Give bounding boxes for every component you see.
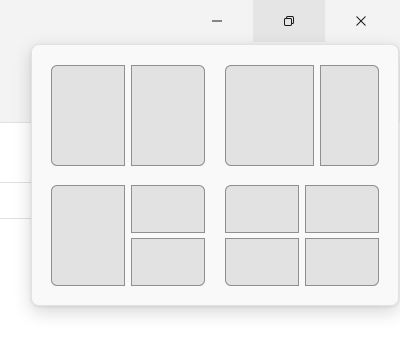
- snap-zone-top-right-quarter[interactable]: [305, 185, 379, 233]
- snap-zone-bottom-right-quarter[interactable]: [131, 238, 205, 286]
- snap-zone-left-half[interactable]: [51, 185, 125, 286]
- snap-zone-bottom-left-quarter[interactable]: [225, 238, 299, 286]
- snap-zone-right-third[interactable]: [320, 65, 379, 166]
- restore-icon: [284, 16, 294, 26]
- title-bar: [0, 0, 400, 42]
- restore-button[interactable]: [253, 0, 325, 42]
- snap-zone-top-right-quarter[interactable]: [131, 185, 205, 233]
- minimize-button[interactable]: [181, 0, 253, 42]
- snap-zone-bottom-right-quarter[interactable]: [305, 238, 379, 286]
- snap-layouts-flyout: [31, 44, 399, 306]
- snap-zone-right-half[interactable]: [131, 65, 205, 166]
- close-icon: [356, 16, 366, 26]
- snap-zone-top-left-quarter[interactable]: [225, 185, 299, 233]
- close-button[interactable]: [325, 0, 397, 42]
- minimize-icon: [212, 20, 222, 22]
- snap-zone-left-two-thirds[interactable]: [225, 65, 314, 166]
- snap-zone-left-half[interactable]: [51, 65, 125, 166]
